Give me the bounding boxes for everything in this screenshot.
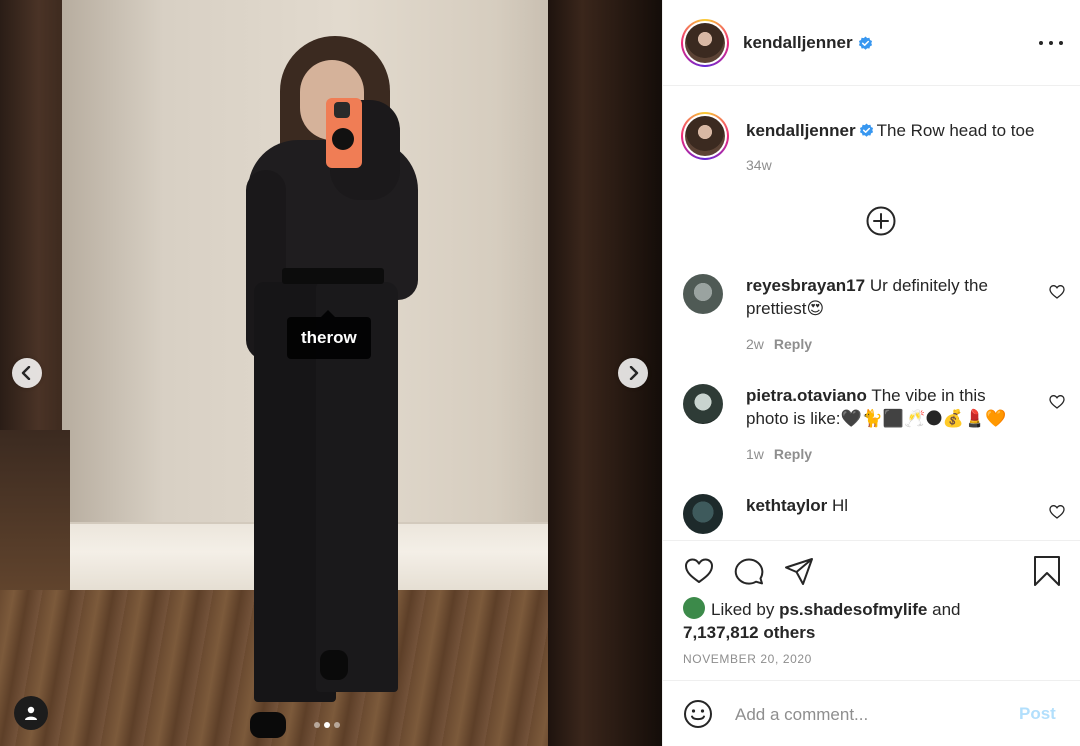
liked-by-label: Liked by: [711, 600, 775, 619]
carousel-prev-button[interactable]: [12, 358, 42, 388]
carousel-dot: [334, 722, 340, 728]
caption-username[interactable]: kendalljenner: [746, 121, 856, 140]
product-tag[interactable]: therow: [287, 310, 371, 359]
liked-and-label: and: [932, 600, 961, 619]
caption-text: The Row head to toe: [876, 121, 1035, 140]
tagged-users-button[interactable]: [14, 696, 48, 730]
avatar: [685, 23, 725, 63]
post-actions: Liked by ps.shadesofmylife and 7,137,812…: [663, 540, 1080, 680]
post-comment-button[interactable]: Post: [1019, 704, 1056, 724]
reply-button[interactable]: Reply: [774, 446, 812, 462]
add-comment-bar: Post: [663, 680, 1080, 746]
emoji-icon[interactable]: [683, 699, 713, 729]
caption-timestamp[interactable]: 34w: [746, 157, 772, 173]
liked-by-username[interactable]: ps.shadesofmylife: [779, 600, 927, 619]
comment-item: pietra.otaviano The vibe in this photo i…: [663, 384, 1080, 484]
header-avatar[interactable]: [681, 19, 729, 67]
comment-like-heart-icon[interactable]: [1049, 504, 1065, 520]
avatar[interactable]: [683, 494, 723, 534]
carousel-dot: [314, 722, 320, 728]
verified-badge-icon: [858, 35, 872, 50]
comment-icon[interactable]: [733, 555, 765, 587]
likes-summary: Liked by ps.shadesofmylife and 7,137,812…: [683, 597, 1053, 644]
post-header: kendalljenner: [663, 0, 1080, 86]
comment-time[interactable]: 2w: [746, 336, 764, 352]
carousel-next-button[interactable]: [618, 358, 648, 388]
user-icon: [25, 706, 37, 720]
comment-like-heart-icon[interactable]: [1049, 284, 1065, 300]
header-username[interactable]: kendalljenner: [743, 33, 853, 53]
share-icon[interactable]: [783, 555, 815, 587]
comment-like-heart-icon[interactable]: [1049, 394, 1065, 410]
photo-figure-shoe: [320, 650, 348, 680]
comment-time[interactable]: 1w: [746, 446, 764, 462]
more-options-button[interactable]: [1039, 32, 1063, 54]
more-icon: [1039, 41, 1043, 45]
chevron-right-icon: [629, 366, 639, 380]
load-more-comments-button[interactable]: [866, 206, 896, 236]
phone-grip: [332, 128, 354, 150]
verified-badge-icon: [859, 123, 873, 137]
avatar[interactable]: [683, 597, 705, 619]
comment-text: Hl: [831, 496, 849, 515]
reply-button[interactable]: Reply: [774, 336, 812, 352]
post-photo[interactable]: therow: [0, 0, 662, 746]
bookmark-icon[interactable]: [1031, 555, 1063, 587]
carousel-indicator: [314, 722, 340, 728]
caption-avatar[interactable]: [681, 112, 729, 160]
avatar: [685, 116, 725, 156]
phone-camera: [334, 102, 350, 118]
avatar[interactable]: [683, 274, 723, 314]
comment-item: kethtaylor Hl: [663, 494, 1080, 540]
photo-figure-shoe: [250, 712, 286, 738]
photo-figure-belt: [282, 268, 384, 284]
comment-item: reyesbrayan17 Ur definitely the pretties…: [663, 274, 1080, 374]
avatar[interactable]: [683, 384, 723, 424]
plus-circle-icon: [866, 206, 896, 236]
comment-username[interactable]: kethtaylor: [746, 496, 827, 515]
chevron-left-icon: [21, 366, 31, 380]
post-caption: kendalljenner The Row head to toe: [746, 119, 1066, 142]
photo-phone: [326, 98, 362, 168]
post-date[interactable]: NOVEMBER 20, 2020: [683, 652, 812, 666]
comment-username[interactable]: reyesbrayan17: [746, 276, 865, 295]
comment-input[interactable]: [733, 701, 1007, 729]
heart-icon[interactable]: [683, 555, 715, 587]
post-side-panel: kendalljenner kendalljenner The Row head…: [662, 0, 1080, 746]
likes-count[interactable]: 7,137,812 others: [683, 623, 815, 642]
comment-username[interactable]: pietra.otaviano: [746, 386, 867, 405]
carousel-dot-active: [324, 722, 330, 728]
comments-list[interactable]: kendalljenner The Row head to toe 34w re…: [663, 86, 1080, 540]
